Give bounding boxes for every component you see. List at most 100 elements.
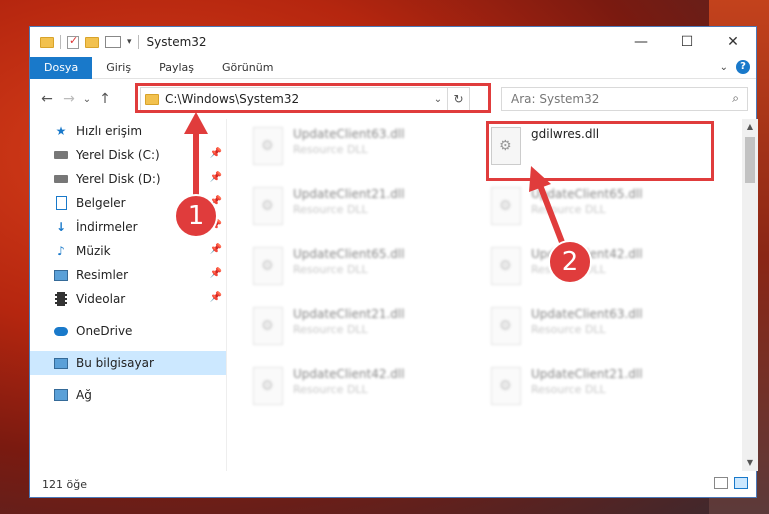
- window-title: System32: [146, 35, 207, 49]
- file-item[interactable]: UpdateClient21.dll Resource DLL: [253, 307, 453, 357]
- scroll-thumb[interactable]: [745, 137, 755, 183]
- status-bar: 121 öğe: [30, 471, 756, 497]
- dll-file-icon: [491, 367, 521, 405]
- file-item[interactable]: UpdateClient63.dll Resource DLL: [253, 127, 453, 177]
- tab-paylas[interactable]: Paylaş: [145, 57, 208, 79]
- back-button[interactable]: ←: [36, 91, 58, 107]
- sidebar-item-label: OneDrive: [76, 324, 133, 338]
- tab-gorunum[interactable]: Görünüm: [208, 57, 287, 79]
- file-type: Resource DLL: [293, 203, 368, 216]
- minimize-button[interactable]: —: [618, 27, 664, 57]
- up-button[interactable]: ↑: [94, 91, 116, 107]
- cloud-icon: [54, 324, 68, 338]
- dll-file-icon: [253, 187, 283, 225]
- file-name: UpdateClient65.dll: [293, 247, 405, 261]
- quick-access-toolbar: ▾: [30, 34, 139, 49]
- details-view-icon[interactable]: [714, 477, 728, 489]
- maximize-button[interactable]: ☐: [664, 27, 710, 57]
- sidebar-item-label: Yerel Disk (D:): [76, 172, 161, 186]
- sidebar-item-music[interactable]: ♪ Müzik 📌: [30, 239, 226, 263]
- file-item[interactable]: UpdateClient42.dll Resource DLL: [253, 367, 453, 417]
- scroll-down-icon[interactable]: ▼: [742, 455, 758, 471]
- sidebar-item-disk-d[interactable]: Yerel Disk (D:) 📌: [30, 167, 226, 191]
- file-type: Resource DLL: [293, 143, 368, 156]
- dll-file-icon: [253, 127, 283, 165]
- sidebar-item-label: Bu bilgisayar: [76, 356, 154, 370]
- dll-file-icon: [253, 247, 283, 285]
- pin-icon[interactable]: 📌: [210, 148, 222, 159]
- tab-dosya[interactable]: Dosya: [30, 56, 93, 79]
- pin-icon[interactable]: 📌: [210, 172, 222, 183]
- sidebar-item-this-pc[interactable]: Bu bilgisayar: [30, 351, 226, 375]
- sidebar-item-label: İndirmeler: [76, 220, 138, 234]
- disk-icon: [54, 172, 68, 186]
- pin-icon[interactable]: 📌: [210, 244, 222, 255]
- sidebar-item-videos[interactable]: Videolar 📌: [30, 287, 226, 311]
- dll-file-icon: [253, 307, 283, 345]
- title-bar: ▾ System32 — ☐ ✕: [30, 27, 756, 57]
- vertical-scrollbar[interactable]: ▲ ▼: [742, 119, 758, 471]
- computer-icon: [54, 356, 68, 370]
- tab-giris[interactable]: Giriş: [92, 57, 145, 79]
- large-icons-view-icon[interactable]: [734, 477, 748, 489]
- sidebar-item-label: Videolar: [76, 292, 126, 306]
- file-name: UpdateClient42.dll: [293, 367, 405, 381]
- close-button[interactable]: ✕: [710, 27, 756, 57]
- view-menu-icon[interactable]: [105, 36, 121, 48]
- file-highlight-box: [486, 121, 714, 181]
- help-icon[interactable]: ?: [736, 60, 750, 74]
- expand-ribbon-icon[interactable]: ⌄: [720, 62, 728, 73]
- file-type: Resource DLL: [293, 263, 368, 276]
- sidebar-item-quick-access[interactable]: ★ Hızlı erişim: [30, 119, 226, 143]
- pin-icon[interactable]: 📌: [210, 292, 222, 303]
- star-icon: ★: [55, 124, 67, 138]
- view-toggle: [714, 477, 748, 489]
- separator: [60, 35, 61, 49]
- file-item[interactable]: UpdateClient21.dll Resource DLL: [491, 367, 691, 417]
- separator: [137, 35, 139, 49]
- ribbon-tabs: Dosya Giriş Paylaş Görünüm ⌄ ?: [30, 56, 756, 79]
- video-icon: [54, 292, 68, 306]
- music-icon: ♪: [57, 244, 65, 258]
- item-count: 121 öğe: [42, 477, 87, 491]
- dll-file-icon: [491, 247, 521, 285]
- new-folder-icon[interactable]: [85, 36, 99, 48]
- download-icon: ↓: [55, 220, 67, 234]
- sidebar-item-disk-c[interactable]: Yerel Disk (C:) 📌: [30, 143, 226, 167]
- folder-icon: [40, 36, 54, 48]
- step-callout-1: 1: [174, 194, 218, 238]
- search-input[interactable]: Ara: System32: [511, 92, 599, 106]
- file-name: UpdateClient21.dll: [531, 367, 643, 381]
- file-name: UpdateClient63.dll: [293, 127, 405, 141]
- search-box[interactable]: Ara: System32 ⌕: [501, 87, 748, 111]
- file-item[interactable]: UpdateClient21.dll Resource DLL: [253, 187, 453, 237]
- network-icon: [54, 388, 68, 402]
- sidebar-item-pictures[interactable]: Resimler 📌: [30, 263, 226, 287]
- file-type: Resource DLL: [531, 383, 606, 396]
- picture-icon: [54, 268, 68, 282]
- pin-icon[interactable]: 📌: [210, 268, 222, 279]
- search-icon[interactable]: ⌕: [732, 91, 739, 106]
- address-highlight-box: [135, 83, 491, 113]
- dll-file-icon: [491, 187, 521, 225]
- file-item[interactable]: UpdateClient63.dll Resource DLL: [491, 307, 691, 357]
- disk-icon: [54, 148, 68, 162]
- recent-locations-button[interactable]: ⌄: [80, 94, 94, 105]
- scroll-up-icon[interactable]: ▲: [742, 119, 758, 135]
- document-icon: [54, 196, 68, 210]
- file-type: Resource DLL: [293, 323, 368, 336]
- window-controls: — ☐ ✕: [618, 27, 756, 57]
- file-item[interactable]: UpdateClient65.dll Resource DLL: [253, 247, 453, 297]
- file-type: Resource DLL: [531, 323, 606, 336]
- file-type: Resource DLL: [293, 383, 368, 396]
- sidebar-item-network[interactable]: Ağ: [30, 383, 226, 407]
- properties-icon[interactable]: [67, 34, 79, 49]
- sidebar-item-onedrive[interactable]: OneDrive: [30, 319, 226, 343]
- forward-button[interactable]: →: [58, 91, 80, 107]
- dll-file-icon: [491, 307, 521, 345]
- step-callout-2: 2: [548, 240, 592, 284]
- sidebar-item-label: Müzik: [76, 244, 111, 258]
- file-name: UpdateClient21.dll: [293, 187, 405, 201]
- file-item[interactable]: UpdateClient65.dll Resource DLL: [491, 187, 691, 237]
- customize-toolbar-icon[interactable]: ▾: [127, 37, 132, 47]
